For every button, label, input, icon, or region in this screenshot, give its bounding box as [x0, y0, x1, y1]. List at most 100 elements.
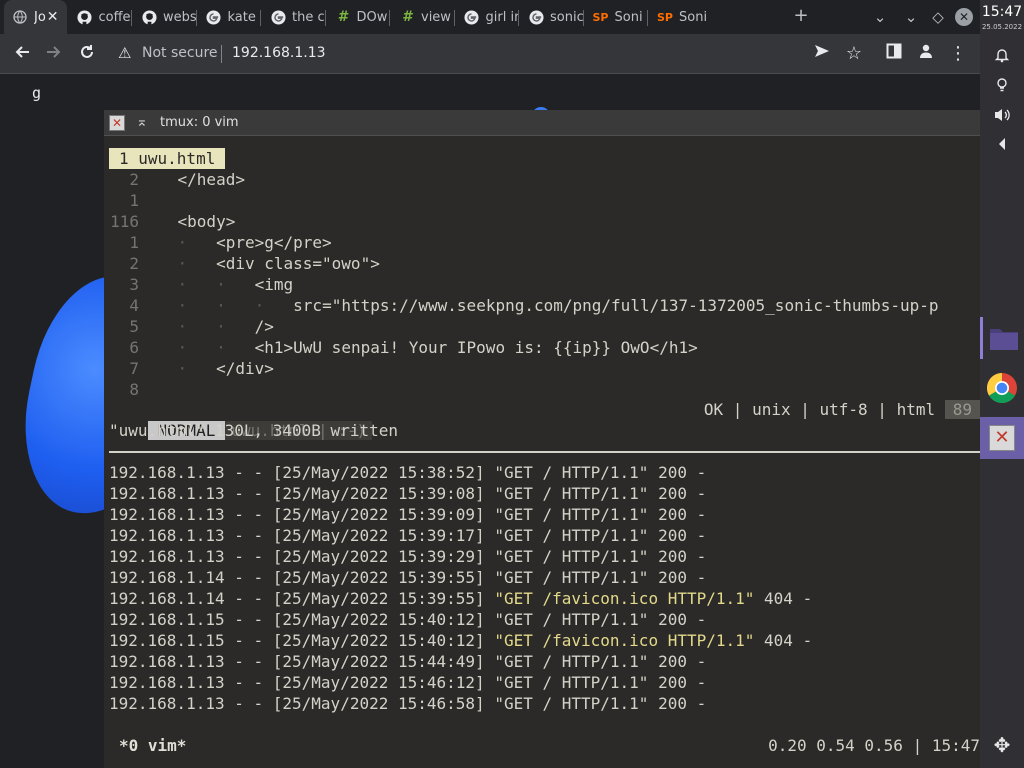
- vim-line[interactable]: 3 · · <img: [109, 274, 293, 295]
- vim-line[interactable]: 8: [109, 379, 139, 400]
- log-prefix: 192.168.1.14 - - [25/May/2022 15:39:55]: [109, 568, 495, 587]
- google-icon: [464, 9, 480, 25]
- vim-message: "uwu.html" 130L, 3400B written: [109, 421, 398, 440]
- tab-title: Soni: [679, 9, 708, 25]
- move-icon[interactable]: ✥: [980, 733, 1024, 757]
- vim-line[interactable]: 7 · </div>: [109, 358, 274, 379]
- vim-line-text: · · <h1>UwU senpai! Your IPowo is: {{ip}…: [177, 338, 698, 357]
- browser-tab[interactable]: # view: [391, 0, 454, 34]
- log-status: 200 -: [648, 484, 707, 503]
- browser-tab[interactable]: # DOw: [327, 0, 390, 34]
- hashtag-icon: #: [337, 9, 348, 25]
- tab-close-icon[interactable]: ✕: [47, 9, 59, 25]
- vim-line[interactable]: 5 · · />: [109, 316, 274, 337]
- bell-icon[interactable]: [980, 47, 1024, 67]
- terminal-close-button[interactable]: ✕: [109, 115, 125, 131]
- tab-strip: Jo ✕ coffe webs kate the c # DOw # view girl ir son…: [0, 0, 980, 34]
- reload-button[interactable]: [76, 43, 98, 65]
- vim-line[interactable]: 6 · · <h1>UwU senpai! Your IPowo is: {{i…: [109, 337, 698, 358]
- log-status: 200 -: [648, 610, 707, 629]
- browser-tab[interactable]: kate: [198, 0, 261, 34]
- browser-tab[interactable]: coffe: [69, 0, 132, 34]
- system-clock[interactable]: 15:47: [980, 4, 1024, 20]
- security-label[interactable]: Not secure: [142, 45, 218, 61]
- tab-title: Jo: [34, 9, 46, 25]
- tab-separator: [389, 10, 390, 26]
- new-tab-button[interactable]: +: [791, 5, 811, 26]
- restore-diamond-icon[interactable]: ◇: [928, 8, 948, 26]
- tab-title: DOw: [356, 9, 388, 25]
- vim-line[interactable]: 4 · · · src="https://www.seekpng.com/png…: [109, 295, 938, 316]
- vim-line-number: 6: [129, 338, 139, 357]
- log-prefix: 192.168.1.13 - - [25/May/2022 15:46:12]: [109, 673, 495, 692]
- side-panel-icon: [886, 43, 902, 59]
- browser-tab[interactable]: the c: [262, 0, 325, 34]
- terminal-titlebar[interactable]: ✕ ⌅ tmux: 0 vim: [104, 110, 980, 136]
- omnibox-divider: [221, 45, 222, 63]
- tab-title: girl ir: [485, 9, 519, 25]
- vim-statusline: NORMAL uwu.html | :-) OK | unix | utf-8 |…: [109, 399, 980, 440]
- profile-button[interactable]: [915, 43, 937, 65]
- vim-line-text: <body>: [139, 212, 236, 231]
- bookmark-button[interactable]: ☆: [843, 43, 865, 65]
- dock-file-manager[interactable]: [980, 317, 1024, 359]
- vim-line-text: · <pre>g</pre>: [177, 233, 332, 252]
- vim-line[interactable]: 116 <body>: [109, 211, 235, 232]
- browser-tab[interactable]: girl ir: [456, 0, 519, 34]
- vim-line[interactable]: 2 · <div class="owo">: [109, 253, 379, 274]
- tab-separator: [518, 10, 519, 26]
- browser-tab[interactable]: SP Soni: [585, 0, 648, 34]
- vim-line[interactable]: 1 · <pre>g</pre>: [109, 232, 332, 253]
- tab-separator: [195, 10, 197, 26]
- dock-terminal[interactable]: ✕: [980, 417, 1024, 459]
- log-prefix: 192.168.1.14 - - [25/May/2022 15:39:55]: [109, 589, 495, 608]
- lightbulb-icon[interactable]: [980, 77, 1024, 97]
- tab-title: sonic: [550, 9, 583, 25]
- side-panel-button[interactable]: [883, 43, 905, 65]
- tab-title: kate: [227, 9, 256, 25]
- log-prefix: 192.168.1.15 - - [25/May/2022 15:40:12]: [109, 631, 495, 650]
- log-prefix: 192.168.1.13 - - [25/May/2022 15:39:09]: [109, 505, 495, 524]
- log-request: "GET / HTTP/1.1": [494, 673, 649, 692]
- hashtag-icon: #: [402, 9, 412, 25]
- warning-icon[interactable]: ⚠: [118, 44, 131, 62]
- terminal-window[interactable]: ✕ ⌅ tmux: 0 vim 1 uwu.html 2 </head> 1 116…: [104, 110, 980, 768]
- forward-button[interactable]: [43, 43, 65, 65]
- log-prefix: 192.168.1.13 - - [25/May/2022 15:39:17]: [109, 526, 495, 545]
- vim-line-number: 7: [129, 359, 139, 378]
- browser-tab[interactable]: Jo ✕: [4, 0, 67, 34]
- send-to-devices-button[interactable]: [811, 43, 833, 65]
- collapse-arrow-icon[interactable]: [980, 136, 1024, 155]
- browser-tab[interactable]: sonic: [520, 0, 583, 34]
- log-request: "GET / HTTP/1.1": [494, 463, 649, 482]
- vim-line-text: · </div>: [177, 359, 274, 378]
- log-request: "GET / HTTP/1.1": [494, 505, 649, 524]
- log-status: 200 -: [648, 526, 707, 545]
- browser-tab[interactable]: webs: [133, 0, 196, 34]
- github-icon: [141, 9, 157, 25]
- menu-button[interactable]: ⋮: [947, 43, 969, 65]
- log-prefix: 192.168.1.13 - - [25/May/2022 15:44:49]: [109, 652, 495, 671]
- vim-line[interactable]: 1: [109, 190, 139, 211]
- vim-line[interactable]: 2 </head>: [109, 169, 245, 190]
- back-button[interactable]: [11, 43, 33, 65]
- log-request: "GET / HTTP/1.1": [494, 526, 649, 545]
- window-close-button[interactable]: ✕: [955, 8, 973, 26]
- tab-separator: [131, 10, 132, 26]
- log-line: 192.168.1.14 - - [25/May/2022 15:39:55] …: [109, 588, 812, 609]
- volume-icon[interactable]: [980, 107, 1024, 127]
- browser-tab[interactable]: SP Soni: [649, 0, 712, 34]
- tab-separator: [647, 10, 648, 26]
- tmux-window-label[interactable]: *0 vim*: [119, 735, 186, 756]
- minimize-chevron-down-icon[interactable]: ⌄: [901, 8, 921, 26]
- log-prefix: 192.168.1.13 - - [25/May/2022 15:46:58]: [109, 694, 495, 713]
- tab-search-chevron-down-icon[interactable]: ⌄: [870, 8, 890, 26]
- close-icon: ✕: [989, 425, 1015, 451]
- vim-tabline[interactable]: 1 uwu.html: [109, 148, 226, 169]
- maximize-icon[interactable]: ⌅: [136, 114, 148, 130]
- dock-chrome[interactable]: [980, 367, 1024, 409]
- address-bar[interactable]: 192.168.1.13: [232, 45, 326, 61]
- tab-title: view: [421, 9, 451, 25]
- vim-line-number: 3: [129, 275, 139, 294]
- tmux-load-clock: 0.20 0.54 0.56 | 15:47: [768, 736, 980, 755]
